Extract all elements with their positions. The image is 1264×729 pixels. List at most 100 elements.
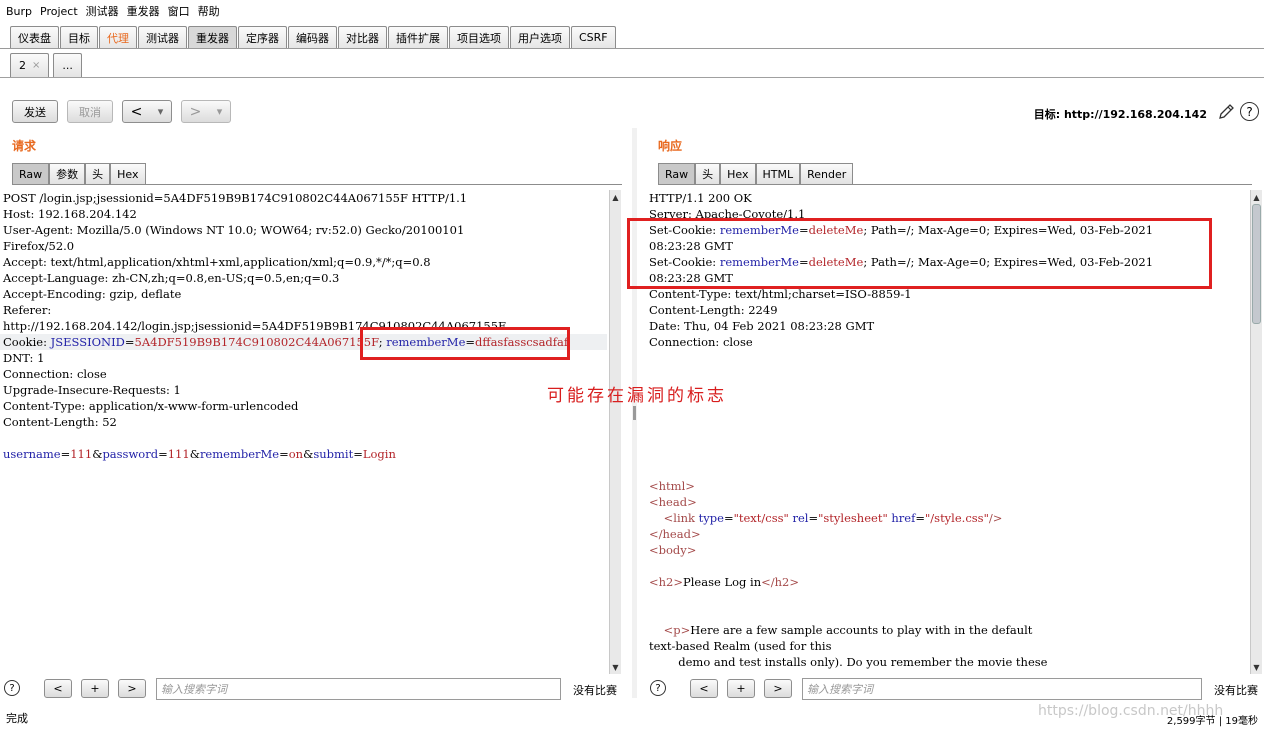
request-line: Connection: close <box>3 367 107 381</box>
tab-csrf[interactable]: CSRF <box>571 26 616 48</box>
request-line <box>0 430 607 446</box>
tab-repeater[interactable]: 重发器 <box>188 26 237 48</box>
close-icon[interactable]: × <box>32 60 40 71</box>
request-line: Accept-Language: zh-CN,zh;q=0.8,en-US;q=… <box>3 271 340 285</box>
repeater-tab-label: 2 <box>19 59 26 72</box>
tab-intruder[interactable]: 测试器 <box>138 26 187 48</box>
search-help-icon[interactable]: ? <box>4 680 20 696</box>
search-options-button[interactable]: + <box>81 679 109 698</box>
request-line: Accept: text/html,application/xhtml+xml,… <box>3 255 431 269</box>
tab-target[interactable]: 目标 <box>60 26 98 48</box>
request-body-line: username=111&password=111&rememberMe=on&… <box>3 447 396 461</box>
response-line: Content-Length: 2249 <box>649 303 778 317</box>
request-line: Content-Type: application/x-www-form-url… <box>3 399 299 413</box>
menu-window[interactable]: 窗口 <box>168 3 190 19</box>
response-view-tabs: Raw 头 Hex HTML Render <box>658 163 1252 185</box>
menu-repeater[interactable]: 重发器 <box>127 3 160 19</box>
search-next-button[interactable]: > <box>118 679 146 698</box>
body-open-line: <body> <box>649 543 697 557</box>
request-match-count: 没有比赛 <box>573 684 617 697</box>
request-title: 请求 <box>12 139 37 153</box>
request-view-tabs: Raw 参数 头 Hex <box>12 163 622 185</box>
tab-decoder[interactable]: 编码器 <box>288 26 337 48</box>
request-line: Firefox/52.0 <box>3 239 75 253</box>
vulnerability-annotation: 可能存在漏洞的标志 <box>547 386 727 406</box>
response-search-bar: ? < + > 输入搜索字词 没有比赛 <box>646 678 1264 702</box>
request-scrollbar[interactable]: ▲ ▼ <box>609 190 621 674</box>
forward-dropdown-icon[interactable]: ▾ <box>217 105 223 118</box>
menu-project[interactable]: Project <box>40 5 78 18</box>
search-options-button[interactable]: + <box>727 679 755 698</box>
scroll-thumb[interactable] <box>1252 204 1261 324</box>
search-prev-button[interactable]: < <box>44 679 72 698</box>
response-tab-html[interactable]: HTML <box>755 163 801 184</box>
help-icon[interactable]: ? <box>1240 102 1259 121</box>
main-tabs: 仪表盘 目标 代理 测试器 重发器 定序器 编码器 对比器 插件扩展 项目选项 … <box>0 26 1264 49</box>
request-line: Upgrade-Insecure-Requests: 1 <box>3 383 181 397</box>
back-dropdown-icon[interactable]: ▾ <box>158 105 164 118</box>
response-size-time: 2,599字节 | 19毫秒 <box>1166 716 1258 727</box>
response-tab-headers[interactable]: 头 <box>695 163 721 184</box>
new-tab-button[interactable]: ... <box>53 53 82 77</box>
request-editor[interactable]: POST /login.jsp;jsessionid=5A4DF519B9B17… <box>0 190 607 674</box>
edit-target-pencil-icon[interactable] <box>1217 103 1235 121</box>
request-tab-hex[interactable]: Hex <box>110 163 146 184</box>
response-search-input[interactable]: 输入搜索字词 <box>802 678 1202 700</box>
menu-intruder[interactable]: 测试器 <box>86 3 119 19</box>
request-tab-params[interactable]: 参数 <box>49 163 86 184</box>
scroll-down-icon[interactable]: ▼ <box>1251 661 1262 673</box>
tab-sequencer[interactable]: 定序器 <box>238 26 287 48</box>
request-line: Host: 192.168.204.142 <box>3 207 137 221</box>
response-line: Date: Thu, 04 Feb 2021 08:23:28 GMT <box>649 319 875 333</box>
response-tab-raw[interactable]: Raw <box>658 163 696 184</box>
menu-bar: Burp Project 测试器 重发器 窗口 帮助 <box>0 0 1264 22</box>
search-help-icon[interactable]: ? <box>650 680 666 696</box>
tab-user-options[interactable]: 用户选项 <box>510 26 570 48</box>
response-line: HTTP/1.1 200 OK <box>649 191 752 205</box>
response-scrollbar[interactable]: ▲ ▼ <box>1250 190 1262 674</box>
response-tab-hex[interactable]: Hex <box>720 163 756 184</box>
head-open-line: <head> <box>649 495 697 509</box>
deleteme-highlight-box <box>627 218 1212 289</box>
response-title: 响应 <box>658 139 683 153</box>
request-search-input[interactable]: 输入搜索字词 <box>156 678 561 700</box>
request-search-bar: ? < + > 输入搜索字词 没有比赛 <box>0 678 632 702</box>
request-tab-raw[interactable]: Raw <box>12 163 50 184</box>
menu-help[interactable]: 帮助 <box>198 3 220 19</box>
repeater-tab-2[interactable]: 2 × <box>10 53 50 77</box>
tab-proxy[interactable]: 代理 <box>99 26 137 48</box>
send-button[interactable]: 发送 <box>12 100 58 123</box>
request-tab-headers[interactable]: 头 <box>85 163 111 184</box>
response-tab-render[interactable]: Render <box>800 163 854 184</box>
menu-burp[interactable]: Burp <box>6 5 32 18</box>
split-pane-divider[interactable] <box>632 128 637 698</box>
h2-line: <h2>Please Log in</h2> <box>649 575 799 589</box>
scroll-up-icon[interactable]: ▲ <box>1251 191 1262 203</box>
tab-comparer[interactable]: 对比器 <box>338 26 387 48</box>
cancel-button[interactable]: 取消 <box>67 100 113 123</box>
tab-project-options[interactable]: 项目选项 <box>449 26 509 48</box>
request-line: Content-Length: 52 <box>3 415 117 429</box>
forward-arrow-icon: > <box>189 103 202 120</box>
tab-extender[interactable]: 插件扩展 <box>388 26 448 48</box>
response-line: text-based Realm (used for this <box>649 639 832 653</box>
repeater-tabs: 2 × ... <box>0 52 1264 78</box>
target-label: 目标: http://192.168.204.142 <box>1033 108 1207 121</box>
forward-button[interactable]: > ▾ <box>181 100 231 123</box>
tab-dashboard[interactable]: 仪表盘 <box>10 26 59 48</box>
link-line: <link type="text/css" rel="stylesheet" h… <box>663 511 1003 525</box>
scroll-down-icon[interactable]: ▼ <box>610 661 621 673</box>
search-next-button[interactable]: > <box>764 679 792 698</box>
back-button[interactable]: < ▾ <box>122 100 172 123</box>
search-prev-button[interactable]: < <box>690 679 718 698</box>
request-line: User-Agent: Mozilla/5.0 (Windows NT 10.0… <box>3 223 465 237</box>
scroll-up-icon[interactable]: ▲ <box>610 191 621 203</box>
